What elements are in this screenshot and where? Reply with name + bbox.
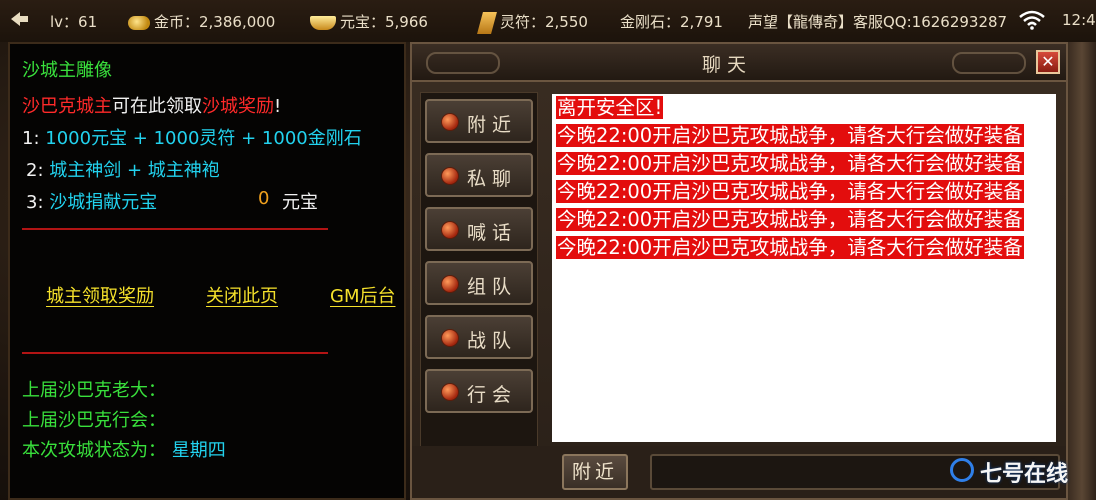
tab-label: 组队 [467, 276, 518, 298]
chat-message: 离开安全区! [556, 96, 664, 119]
siege-status-line: 本次攻城状态为： 星期四 [22, 436, 226, 462]
gm-backend-link[interactable]: GM后台 [330, 282, 395, 308]
reward-item-1: 1: 1000元宝 + 1000灵符 + 1000金刚石 [22, 124, 362, 150]
donation-value: 0 [258, 188, 270, 209]
clock: 12:4 [1062, 11, 1096, 29]
gold-value: 金币：2,386,000 [154, 13, 276, 31]
last-boss-label: 上届沙巴克老大： [22, 380, 166, 401]
intro-highlight-reward: 沙城奖励 [202, 96, 274, 117]
red-orb-icon [441, 113, 459, 131]
reward-1-text: 1000元宝 + 1000灵符 + 1000金刚石 [45, 128, 362, 149]
siege-status-value: 星期四 [171, 440, 226, 461]
intro-line: 沙巴克城主可在此领取沙城奖励! [22, 92, 281, 118]
tab-squad[interactable]: 战队 [425, 315, 533, 359]
charm-icon [477, 11, 497, 34]
watermark-logo-icon [950, 458, 974, 482]
yuanbao-counter: 元宝：5,966 [310, 11, 428, 32]
chat-message: 今晚22:00开启沙巴克攻城战争，请各大行会做好装备 [556, 124, 1024, 147]
close-button[interactable]: ✕ [1036, 50, 1060, 74]
tab-nearby[interactable]: 附近 [425, 99, 533, 143]
game-scene: lv：61 金币：2,386,000 元宝：5,966 灵符：2,550 金刚石… [0, 0, 1096, 500]
divider-bottom [22, 352, 328, 354]
npc-dialog-panel: 沙城主雕像 沙巴克城主可在此领取沙城奖励! 1: 1000元宝 + 1000灵符… [8, 42, 406, 500]
tab-label: 行会 [467, 384, 518, 406]
red-orb-icon [441, 275, 459, 293]
background-scenery [1068, 42, 1096, 500]
reward-3-number: 3: [26, 192, 44, 213]
tab-guild[interactable]: 行会 [425, 369, 533, 413]
divider-top [22, 228, 328, 230]
claim-reward-link[interactable]: 城主领取奖励 [46, 282, 154, 308]
player-level: lv：61 [50, 13, 98, 31]
red-orb-icon [441, 383, 459, 401]
reward-3-text: 沙城捐献元宝 [49, 192, 158, 213]
server-info: 声望【龍傳奇】客服QQ:1626293287 [748, 13, 1008, 31]
gold-coin-icon [128, 15, 150, 30]
intro-highlight-castle-lord: 沙巴克城主 [22, 96, 112, 117]
red-orb-icon [441, 221, 459, 239]
gold-counter: 金币：2,386,000 [128, 11, 275, 32]
lingfu-value: 灵符：2,550 [500, 13, 588, 31]
red-orb-icon [441, 167, 459, 185]
chat-message-list[interactable]: 离开安全区! 今晚22:00开启沙巴克攻城战争，请各大行会做好装备 今晚22:0… [552, 94, 1056, 442]
red-orb-icon [441, 329, 459, 347]
reward-item-3: 3: 沙城捐献元宝 [26, 188, 157, 214]
chat-window: 聊天 ✕ 附近 私聊 喊话 组队 战队 行会 离开安全区! 今晚22:00开启沙… [410, 42, 1068, 500]
wifi-icon [1019, 10, 1045, 30]
lingfu-counter: 灵符：2,550 [477, 11, 588, 34]
tab-shout[interactable]: 喊话 [425, 207, 533, 251]
close-page-link[interactable]: 关闭此页 [206, 282, 278, 308]
channel-select-button[interactable]: 附近 [562, 454, 628, 490]
scroll-ornament-icon [952, 52, 1026, 74]
chat-message: 今晚22:00开启沙巴克攻城战争，请各大行会做好装备 [556, 236, 1024, 259]
npc-title: 沙城主雕像 [22, 60, 112, 81]
chat-title-bar: 聊天 ✕ [412, 44, 1066, 82]
yuanbao-value: 元宝：5,966 [340, 13, 428, 31]
reward-2-number: 2: [26, 160, 44, 181]
donation-unit: 元宝 [282, 192, 318, 213]
intro-text: 可在此领取 [112, 96, 202, 117]
tab-label: 私聊 [467, 168, 518, 190]
top-status-bar: lv：61 金币：2,386,000 元宝：5,966 灵符：2,550 金刚石… [0, 0, 1096, 42]
last-guild-label: 上届沙巴克行会： [22, 410, 166, 431]
tab-label: 喊话 [467, 222, 518, 244]
scroll-ornament-icon [426, 52, 500, 74]
reward-2-text: 城主神剑 + 城主神袍 [49, 160, 220, 181]
intro-end: ! [274, 96, 282, 117]
chat-message: 今晚22:00开启沙巴克攻城战争，请各大行会做好装备 [556, 152, 1024, 175]
watermark-text: 七号在线 [980, 462, 1069, 487]
tab-team[interactable]: 组队 [425, 261, 533, 305]
chat-message: 今晚22:00开启沙巴克攻城战争，请各大行会做好装备 [556, 208, 1024, 231]
ingot-icon [310, 15, 336, 30]
tab-private[interactable]: 私聊 [425, 153, 533, 197]
chat-channel-tabs: 附近 私聊 喊话 组队 战队 行会 [420, 92, 538, 452]
chat-message: 今晚22:00开启沙巴克攻城战争，请各大行会做好装备 [556, 180, 1024, 203]
tab-label: 战队 [467, 330, 518, 352]
chat-title: 聊天 [702, 54, 753, 76]
siege-status-label: 本次攻城状态为： [22, 440, 166, 461]
back-arrow-icon[interactable] [8, 8, 30, 34]
jingangshi-value: 金刚石：2,791 [620, 13, 723, 31]
tab-label: 附近 [467, 114, 518, 136]
reward-1-number: 1: [22, 128, 40, 149]
reward-item-2: 2: 城主神剑 + 城主神袍 [26, 156, 220, 182]
